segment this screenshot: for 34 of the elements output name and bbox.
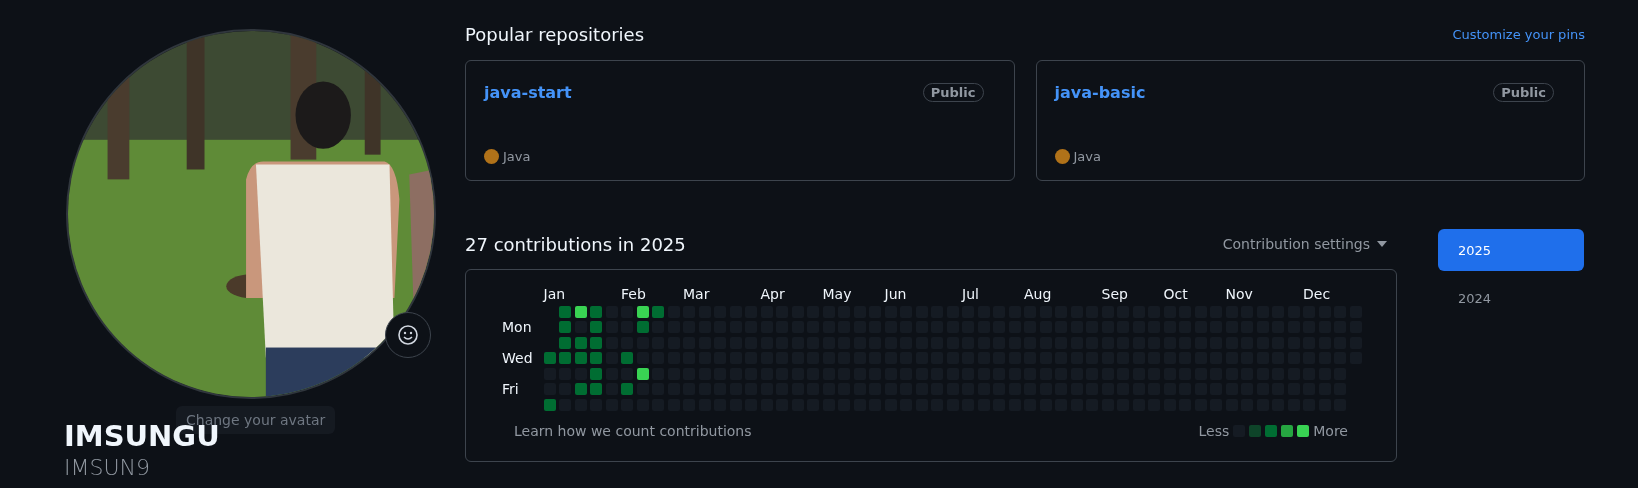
month-label: Nov — [1225, 286, 1253, 302]
weekday-label: Mon — [502, 321, 532, 333]
month-label: Sep — [1101, 286, 1128, 302]
profile-login: IMSUN9 — [64, 454, 151, 482]
contribution-day[interactable] — [574, 305, 587, 318]
month-label: Aug — [1024, 286, 1052, 302]
language-label: Java — [503, 149, 531, 164]
month-label: Oct — [1163, 286, 1188, 302]
contributions-heading: 27 contributions in 2025 — [465, 233, 686, 255]
caret-icon — [1377, 241, 1387, 247]
language-label: Java — [1073, 149, 1101, 164]
month-label: Jul — [962, 286, 979, 302]
contribution-day[interactable] — [636, 305, 649, 318]
month-label: Mar — [683, 286, 710, 302]
year-button[interactable]: 2024 — [1438, 277, 1584, 319]
contribution-day[interactable] — [636, 367, 649, 380]
repository-link[interactable]: java-basic — [1054, 83, 1146, 102]
section-heading: Popular repositories — [465, 23, 645, 45]
month-label: Dec — [1303, 286, 1331, 302]
legend-more-label: More — [1313, 422, 1348, 439]
month-label: Apr — [760, 286, 785, 302]
legend-less-label: Less — [1198, 422, 1230, 439]
repository-link[interactable]: java-start — [484, 83, 572, 102]
contribution-settings-button[interactable]: Contribution settings — [1222, 236, 1397, 252]
year-button[interactable]: 2025 — [1438, 229, 1584, 271]
weekday-label: Wed — [502, 352, 533, 364]
month-label: Jan — [543, 286, 566, 302]
month-label: May — [822, 286, 852, 302]
smiley-icon[interactable] — [385, 312, 431, 358]
customize-pins-link[interactable]: Customize your pins — [1452, 26, 1585, 42]
month-label: Feb — [621, 286, 646, 302]
learn-link[interactable]: Learn how we count contributions — [514, 422, 752, 439]
weekday-label: Fri — [502, 383, 519, 395]
month-label: Jun — [884, 286, 907, 302]
